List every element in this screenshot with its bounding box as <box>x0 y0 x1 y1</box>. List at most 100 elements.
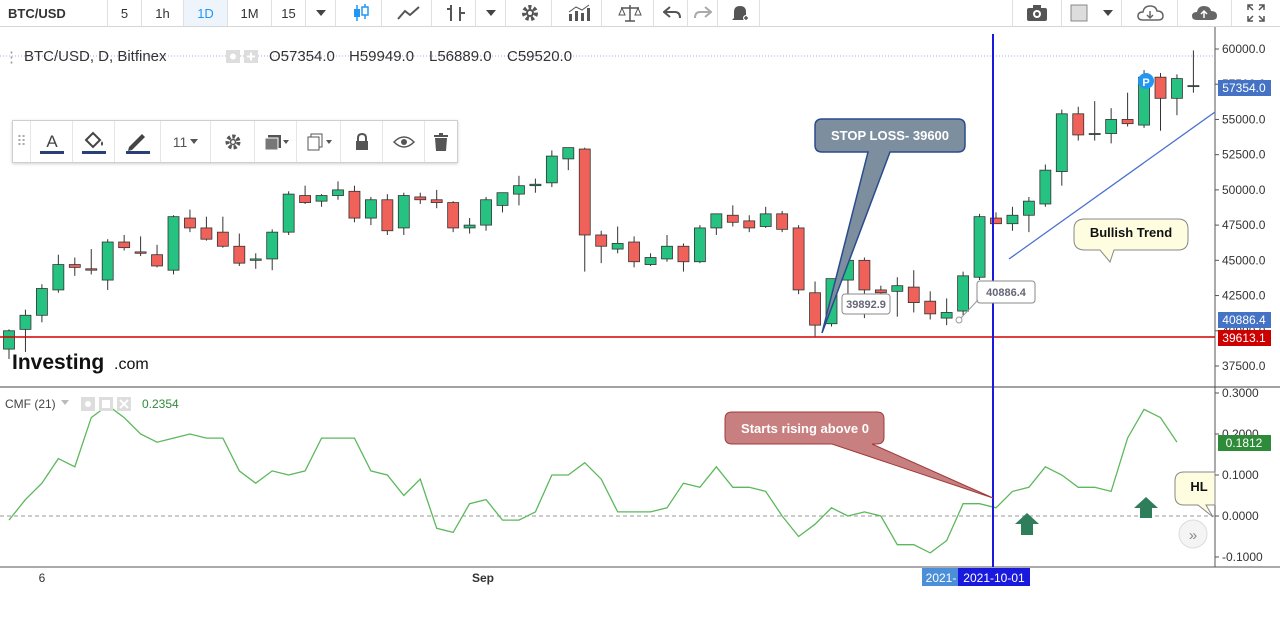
candle-body <box>645 258 656 265</box>
candle <box>777 211 788 232</box>
candle <box>694 225 705 263</box>
candle-body <box>777 214 788 229</box>
candle-body <box>481 200 492 225</box>
candle-body <box>760 214 771 227</box>
candle-body <box>382 200 393 231</box>
drag-handle-icon[interactable]: ⠿ <box>13 121 31 162</box>
cmf-tick-label: 0.3000 <box>1222 386 1259 400</box>
candle-body <box>1056 114 1067 172</box>
candle-body <box>612 243 623 249</box>
legend-close: C59520.0 <box>507 48 572 65</box>
lock-icon[interactable] <box>341 121 383 162</box>
candle-body <box>217 232 228 246</box>
legend-settings-icon[interactable] <box>226 50 260 67</box>
interval-5[interactable]: 5 <box>108 0 142 26</box>
cmf-tick-label: -0.1000 <box>1222 550 1263 564</box>
symbol-selector[interactable]: BTC/USD <box>0 0 108 26</box>
delete-trash-icon[interactable] <box>425 121 457 162</box>
candle-body <box>36 289 47 316</box>
cmf-dropdown-icon[interactable] <box>60 396 70 410</box>
candle-body <box>168 217 179 271</box>
fill-color-icon[interactable] <box>73 121 115 162</box>
alert-bell-icon[interactable] <box>720 0 760 26</box>
line-price-tag-text: 40886.4 <box>1222 313 1266 327</box>
cmf-tick-label: 0.1000 <box>1222 468 1259 482</box>
candle-body <box>810 293 821 325</box>
cmf-axis: 0.30000.20000.10000.0000-0.1000 <box>1215 386 1263 564</box>
settings-gear-icon[interactable] <box>211 121 255 162</box>
visibility-eye-icon[interactable] <box>383 121 425 162</box>
candle <box>349 186 360 223</box>
undo-icon[interactable] <box>656 0 688 26</box>
candle-body <box>925 301 936 314</box>
candle-body <box>267 232 278 259</box>
interval-dropdown-icon[interactable] <box>306 0 336 26</box>
clone-icon[interactable] <box>297 121 341 162</box>
interval-1m[interactable]: 1M <box>228 0 272 26</box>
price-tick-label: 55000.0 <box>1222 112 1266 126</box>
legend-open: O57354.0 <box>269 48 335 65</box>
compare-scale-icon[interactable] <box>606 0 654 26</box>
candle <box>448 201 459 232</box>
legend-low: L56889.0 <box>429 48 492 65</box>
candle-body <box>398 196 409 228</box>
font-size-select[interactable]: 11 <box>161 121 211 162</box>
interval-1h[interactable]: 1h <box>142 0 184 26</box>
candle-body <box>250 259 261 260</box>
cloud-download-icon[interactable] <box>1124 0 1178 26</box>
candle-body <box>530 184 541 185</box>
price-tick-label: 42500.0 <box>1222 289 1266 303</box>
candle-body <box>662 246 673 259</box>
candle-body <box>316 196 327 202</box>
fullscreen-icon[interactable] <box>1236 0 1276 26</box>
bar-chart-icon[interactable] <box>436 0 476 26</box>
chart-type-dropdown-icon[interactable] <box>476 0 506 26</box>
interval-15[interactable]: 15 <box>272 0 306 26</box>
point-price-label-text: 40886.4 <box>986 287 1027 299</box>
redo-icon[interactable] <box>688 0 718 26</box>
candle-body <box>300 196 311 203</box>
candle-body <box>974 217 985 278</box>
line-color-icon[interactable] <box>115 121 161 162</box>
legend-drag-handle-icon[interactable]: ⋮ <box>4 48 19 66</box>
settings-gear-icon[interactable] <box>508 0 552 26</box>
cmf-settings-icon[interactable] <box>81 397 133 414</box>
time-axis-label: Sep <box>472 571 494 585</box>
interval-1d[interactable]: 1D <box>184 0 228 26</box>
last-price-tag-text: 57354.0 <box>1222 81 1266 95</box>
candle-body <box>678 246 689 261</box>
cmf-value: 0.2354 <box>142 397 179 411</box>
candle-body <box>563 148 574 159</box>
color-dropdown-icon[interactable] <box>1094 0 1122 26</box>
camera-icon[interactable] <box>1012 0 1062 26</box>
chart-canvas: STOP LOSS- 39600 Starts rising above 0 B… <box>0 27 1280 618</box>
starts-rising-text: Starts rising above 0 <box>741 421 869 436</box>
candle-body <box>1122 119 1133 123</box>
cloud-upload-icon[interactable] <box>1178 0 1232 26</box>
candle-body <box>711 214 722 228</box>
candle-body <box>892 286 903 292</box>
top-toolbar: BTC/USD 5 1h 1D 1M 15 <box>0 0 1280 27</box>
candle-body <box>629 242 640 262</box>
candle-body <box>1089 134 1100 135</box>
indicators-icon[interactable] <box>556 0 602 26</box>
price-tick-label: 47500.0 <box>1222 218 1266 232</box>
drawing-toolbar: ⠿ A 11 <box>12 120 458 163</box>
layer-icon[interactable] <box>255 121 297 162</box>
candle-body <box>596 235 607 246</box>
price-tick-label: 37500.0 <box>1222 359 1266 373</box>
candle-body <box>579 149 590 235</box>
candle-body <box>1188 86 1199 87</box>
label-anchor-dot <box>956 317 962 323</box>
color-square-icon[interactable] <box>1064 0 1094 26</box>
candle <box>283 191 294 235</box>
cmf-value-tag-text: 0.1812 <box>1226 436 1263 450</box>
candle-body <box>333 190 344 196</box>
legend-high: H59949.0 <box>349 48 414 65</box>
text-color-icon[interactable]: A <box>31 121 73 162</box>
candle-body <box>1171 79 1182 99</box>
candle-body <box>744 221 755 228</box>
candle-body <box>4 331 15 349</box>
candlestick-icon[interactable] <box>340 0 382 26</box>
area-chart-icon[interactable] <box>386 0 432 26</box>
